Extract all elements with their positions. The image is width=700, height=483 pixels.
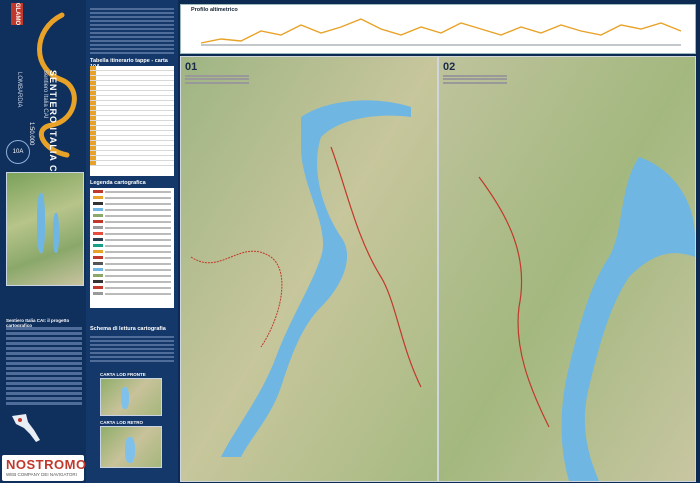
map-01-number: 01 <box>185 61 198 73</box>
cover-region: LOMBARDIA <box>16 72 22 108</box>
elevation-profile: Profilo altimetrico <box>180 4 696 54</box>
map-legend <box>90 188 174 308</box>
map-01-stages <box>185 73 249 85</box>
intro-text-block <box>6 325 82 420</box>
info-panel: Tabella itinerario tappe - carta 10A Leg… <box>86 0 178 483</box>
cover-strip: GLAMO SENTIERO ITALIA CAI Sentiero Itali… <box>0 0 86 483</box>
map-02-number: 02 <box>443 61 456 73</box>
profile-graph <box>200 18 682 46</box>
logo-tagline: WEB COMPANY DEI NAVIGATORI <box>6 472 77 477</box>
topo-map-02 <box>439 57 695 481</box>
itinerary-table <box>90 66 174 176</box>
description-text <box>90 6 174 56</box>
legend-title: Legenda cartografica <box>90 180 146 186</box>
overview-minimap <box>6 172 84 286</box>
nostromo-logo: NOSTROMO WEB COMPANY DEI NAVIGATORI <box>2 455 87 481</box>
scheme-title: Schema di lettura cartografia <box>90 326 166 332</box>
logo-name: NOSTROMO <box>6 457 87 472</box>
panel-front-title: CARTA LOD FRONTE <box>100 372 146 377</box>
cover-subtitle: Sentiero Italia CAI <box>42 70 48 119</box>
map-scale: 1:50.000 <box>28 122 34 146</box>
front-preview-map <box>100 378 162 416</box>
scheme-text <box>90 334 174 364</box>
panel-back-title: CARTA LOD RETRO <box>100 420 143 425</box>
back-preview-map <box>100 426 162 468</box>
italy-map-icon <box>12 414 40 442</box>
map-02-stages <box>443 73 507 85</box>
map-sheet: GLAMO SENTIERO ITALIA CAI Sentiero Itali… <box>0 0 700 483</box>
topo-map-01 <box>181 57 437 481</box>
map-code: 10A <box>6 140 30 164</box>
map-01: 01 <box>180 56 438 482</box>
map-02: 02 <box>438 56 696 482</box>
